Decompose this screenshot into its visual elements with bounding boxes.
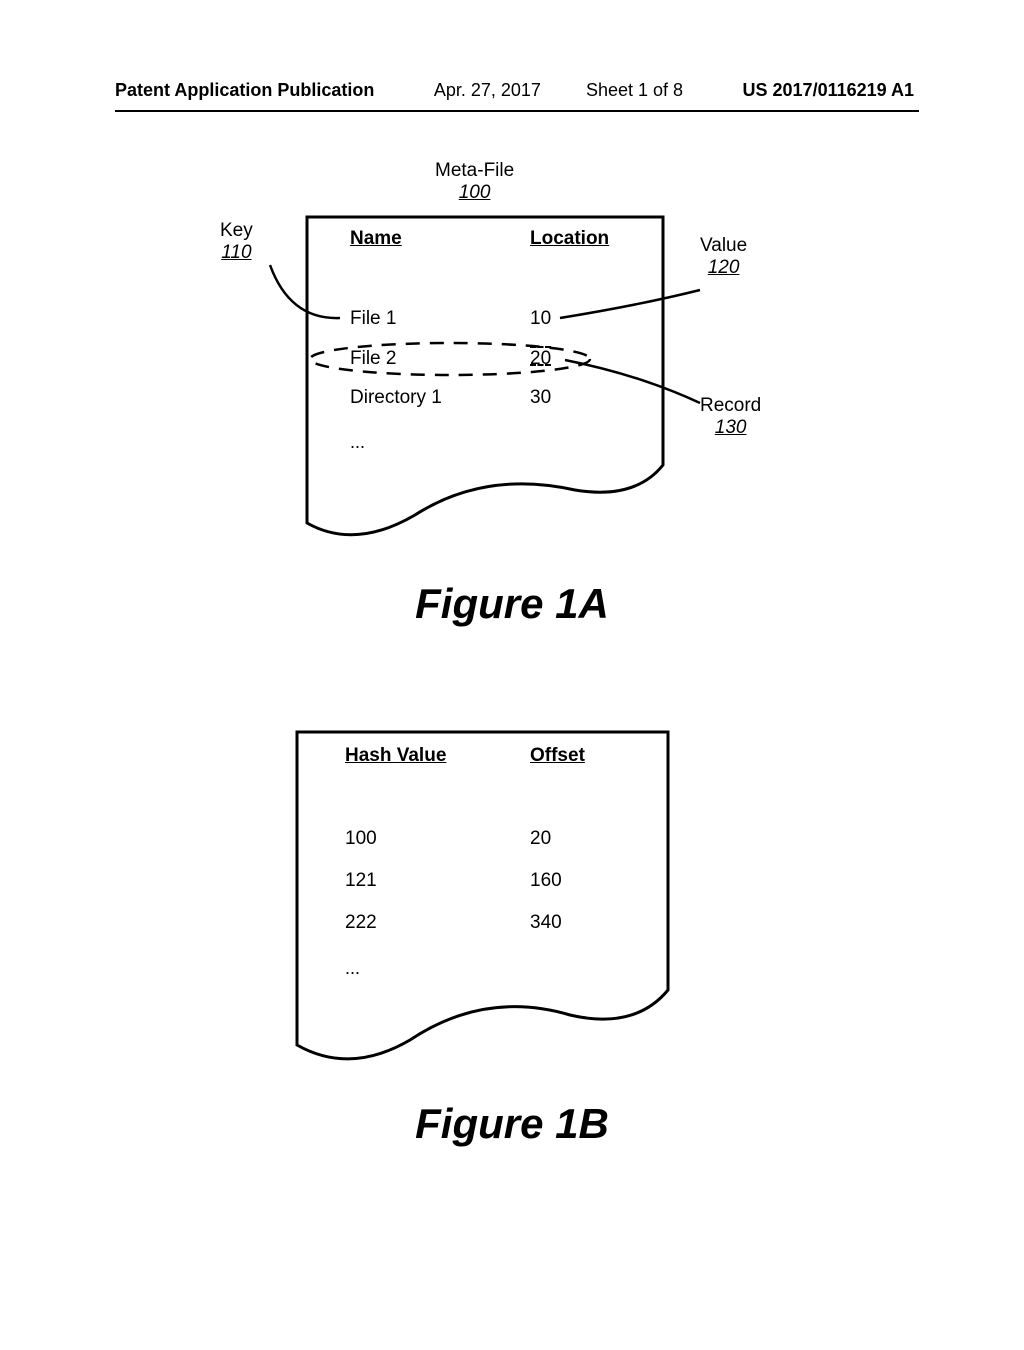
figure-a-container xyxy=(305,215,665,535)
publication-label: Patent Application Publication xyxy=(115,80,374,100)
meta-file-ref: 100 xyxy=(435,182,514,204)
b-row1-offset: 20 xyxy=(530,828,551,850)
row1-name: File 1 xyxy=(350,308,396,330)
b-row3-hash: 222 xyxy=(345,912,377,934)
record-ref: 130 xyxy=(700,417,761,439)
page-header: Patent Application Publication Apr. 27, … xyxy=(0,80,1024,101)
b-row4-hash: ... xyxy=(345,958,360,979)
col-header-offset: Offset xyxy=(530,745,585,767)
value-callout: Value 120 xyxy=(700,235,747,279)
b-row2-offset: 160 xyxy=(530,870,562,892)
key-text: Key xyxy=(220,220,253,242)
row2-location: 20 xyxy=(530,348,551,370)
b-row1-hash: 100 xyxy=(345,828,377,850)
row1-location: 10 xyxy=(530,308,551,330)
figure-a-title: Meta-File 100 xyxy=(435,160,514,204)
record-callout: Record 130 xyxy=(700,395,761,439)
publication-date: Apr. 27, 2017 xyxy=(434,80,541,100)
col-header-hash: Hash Value xyxy=(345,745,446,767)
sheet-number: Sheet 1 of 8 xyxy=(586,80,683,100)
record-text: Record xyxy=(700,395,761,417)
key-callout: Key 110 xyxy=(220,220,253,264)
figure-b-caption: Figure 1B xyxy=(0,1100,1024,1148)
row4-name: ... xyxy=(350,432,365,453)
col-header-name: Name xyxy=(350,228,402,250)
col-header-location: Location xyxy=(530,228,609,250)
value-ref: 120 xyxy=(700,257,747,279)
row2-name: File 2 xyxy=(350,348,396,370)
b-row2-hash: 121 xyxy=(345,870,377,892)
value-text: Value xyxy=(700,235,747,257)
header-rule xyxy=(115,110,919,112)
key-ref: 110 xyxy=(220,242,253,264)
row3-name: Directory 1 xyxy=(350,387,442,409)
b-row3-offset: 340 xyxy=(530,912,562,934)
row3-location: 30 xyxy=(530,387,551,409)
figure-b-container xyxy=(295,730,670,1060)
figure-a-caption: Figure 1A xyxy=(0,580,1024,628)
meta-file-label: Meta-File xyxy=(435,160,514,182)
publication-number: US 2017/0116219 A1 xyxy=(743,80,914,101)
